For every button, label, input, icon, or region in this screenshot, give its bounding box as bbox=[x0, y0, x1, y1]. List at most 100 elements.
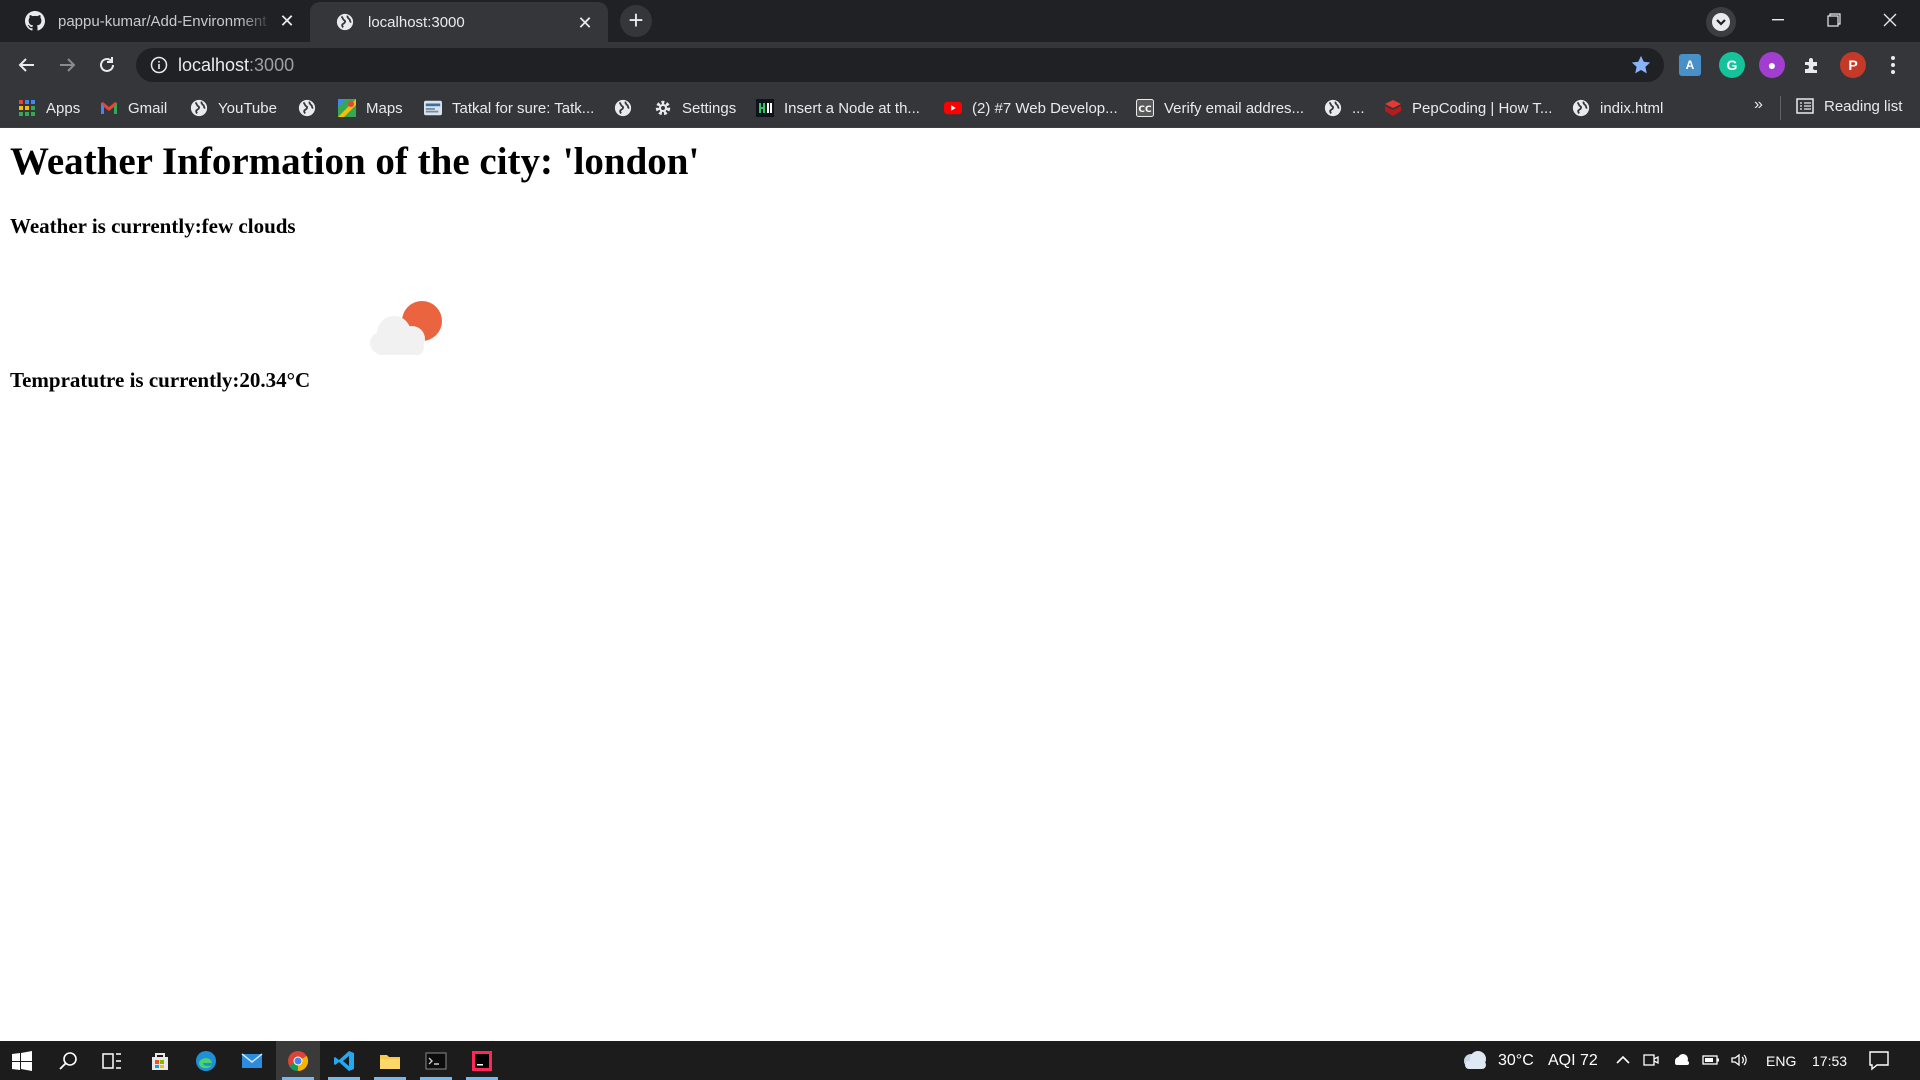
page-heading: Weather Information of the city: 'london… bbox=[10, 140, 700, 183]
minimize-icon bbox=[1772, 19, 1784, 21]
start-button[interactable] bbox=[0, 1041, 44, 1080]
bookmark-ellipsis[interactable]: ... bbox=[1324, 97, 1365, 119]
jetbrains-icon bbox=[472, 1050, 492, 1071]
close-window-button[interactable] bbox=[1862, 0, 1918, 40]
address-bar[interactable]: localhost:3000 bbox=[136, 48, 1664, 82]
bookmarks-divider bbox=[1780, 96, 1781, 120]
taskbar-mail[interactable] bbox=[230, 1041, 274, 1080]
bookmark-gmail[interactable]: Gmail bbox=[100, 97, 167, 119]
hackerrank-icon bbox=[756, 99, 774, 117]
globe-icon bbox=[1572, 99, 1590, 117]
tab-strip: pappu-kumar/Add-Environment ✕ localhost:… bbox=[0, 0, 1920, 42]
mail-icon bbox=[241, 1052, 263, 1068]
taskbar-vscode[interactable] bbox=[322, 1041, 366, 1080]
few-clouds-day-icon bbox=[370, 301, 442, 355]
github-icon bbox=[24, 10, 46, 32]
taskbar-chrome[interactable] bbox=[276, 1041, 320, 1080]
terminal-icon bbox=[425, 1052, 447, 1069]
tab-github[interactable]: pappu-kumar/Add-Environment ✕ bbox=[0, 0, 310, 42]
bookmark-indix[interactable]: indix.html bbox=[1572, 97, 1663, 119]
reload-icon bbox=[100, 57, 114, 72]
globe-icon bbox=[1324, 99, 1342, 117]
tab-title: localhost:3000 bbox=[368, 13, 465, 31]
chrome-icon bbox=[288, 1050, 309, 1071]
reload-button[interactable] bbox=[91, 49, 123, 81]
minimize-button[interactable] bbox=[1750, 0, 1806, 40]
bookmark-youtube[interactable]: YouTube bbox=[190, 97, 277, 119]
address-text[interactable]: localhost:3000 bbox=[178, 55, 294, 76]
globe-icon bbox=[334, 11, 356, 33]
weather-description: Weather is currently:few clouds bbox=[10, 214, 296, 238]
edge-icon bbox=[196, 1050, 216, 1071]
bookmark-apps[interactable]: Apps bbox=[18, 97, 80, 119]
info-icon[interactable] bbox=[150, 56, 168, 74]
back-button[interactable] bbox=[11, 49, 43, 81]
taskbar-terminal[interactable] bbox=[414, 1041, 458, 1080]
clock-time[interactable]: 17:53 bbox=[1812, 1053, 1847, 1069]
arrow-left-icon bbox=[18, 58, 34, 72]
bookmark-settings[interactable]: Settings bbox=[654, 97, 736, 119]
new-tab-button[interactable]: + bbox=[620, 5, 652, 37]
restore-icon bbox=[1827, 13, 1841, 27]
bookmarks-overflow-button[interactable]: » bbox=[1754, 96, 1763, 114]
meet-now-icon[interactable] bbox=[1642, 1051, 1660, 1069]
close-tab-icon[interactable]: ✕ bbox=[278, 12, 296, 30]
weather-temperature[interactable]: 30°C bbox=[1498, 1052, 1534, 1070]
notifications-icon[interactable] bbox=[1868, 1049, 1890, 1071]
bookmark-globe[interactable] bbox=[298, 97, 326, 119]
bookmark-maps[interactable]: Maps bbox=[338, 97, 403, 119]
pepcoding-icon bbox=[1384, 99, 1402, 117]
taskbar-store[interactable] bbox=[138, 1041, 182, 1080]
translate-extension-icon[interactable]: A bbox=[1679, 54, 1701, 76]
bookmark-tatkal[interactable]: Tatkal for sure: Tatk... bbox=[424, 97, 594, 119]
taskbar-edge[interactable] bbox=[184, 1041, 228, 1080]
close-icon bbox=[1883, 13, 1897, 27]
restore-button[interactable] bbox=[1806, 0, 1862, 40]
taskbar-intellij[interactable] bbox=[460, 1041, 504, 1080]
browser-toolbar: localhost:3000 bbox=[0, 42, 1920, 88]
maps-icon bbox=[338, 99, 356, 117]
weather-cloud-icon[interactable] bbox=[1460, 1049, 1488, 1071]
bookmark-globe-2[interactable] bbox=[614, 97, 642, 119]
globe-icon bbox=[298, 99, 316, 117]
profile-avatar[interactable]: P bbox=[1840, 52, 1866, 78]
onedrive-cloud-icon[interactable] bbox=[1672, 1051, 1690, 1069]
forward-button[interactable] bbox=[51, 49, 83, 81]
search-button[interactable] bbox=[46, 1041, 90, 1080]
reading-list-button[interactable]: Reading list bbox=[1796, 97, 1902, 115]
bookmarks-bar: Apps Gmail YouTube Maps Tatkal for sure:… bbox=[0, 88, 1920, 128]
puzzle-extensions-icon[interactable] bbox=[1799, 52, 1825, 78]
store-icon bbox=[152, 1052, 168, 1070]
tab-localhost[interactable]: localhost:3000 ✕ bbox=[310, 2, 608, 42]
bookmark-pepcoding[interactable]: PepCoding | How T... bbox=[1384, 97, 1552, 119]
battery-icon[interactable] bbox=[1702, 1051, 1720, 1069]
air-quality-index[interactable]: AQI 72 bbox=[1548, 1052, 1598, 1070]
input-language[interactable]: ENG bbox=[1766, 1053, 1796, 1069]
youtube-icon bbox=[944, 99, 962, 117]
chevron-up-icon[interactable] bbox=[1614, 1051, 1632, 1069]
extension-icon[interactable]: ● bbox=[1759, 52, 1785, 78]
windows-logo-icon bbox=[12, 1050, 32, 1071]
search-icon bbox=[59, 1051, 77, 1070]
bookmark-hackerrank[interactable]: Insert a Node at th... bbox=[756, 97, 920, 119]
cc-icon: CC bbox=[1136, 99, 1154, 117]
globe-icon bbox=[614, 99, 632, 117]
volume-icon[interactable] bbox=[1730, 1051, 1748, 1069]
gmail-icon bbox=[100, 99, 118, 117]
taskbar-file-explorer[interactable] bbox=[368, 1041, 412, 1080]
task-view-icon bbox=[102, 1052, 121, 1069]
tab-search-button[interactable] bbox=[1706, 7, 1736, 37]
windows-taskbar: 30°C AQI 72 ENG 17:53 bbox=[0, 1041, 1920, 1080]
chevron-down-icon bbox=[1712, 13, 1730, 31]
task-view-button[interactable] bbox=[90, 1041, 134, 1080]
bookmark-youtube-video[interactable]: (2) #7 Web Develop... bbox=[944, 97, 1118, 119]
bookmark-verify-email[interactable]: CC Verify email addres... bbox=[1136, 97, 1304, 119]
apps-grid-icon bbox=[18, 99, 36, 117]
menu-kebab-icon[interactable] bbox=[1880, 52, 1906, 78]
vscode-icon bbox=[334, 1050, 354, 1071]
globe-icon bbox=[190, 99, 208, 117]
close-tab-icon[interactable]: ✕ bbox=[576, 14, 594, 32]
web-page: Weather Information of the city: 'london… bbox=[0, 129, 1920, 1041]
grammarly-extension-icon[interactable]: G bbox=[1719, 52, 1745, 78]
bookmark-star-icon[interactable] bbox=[1630, 54, 1652, 76]
